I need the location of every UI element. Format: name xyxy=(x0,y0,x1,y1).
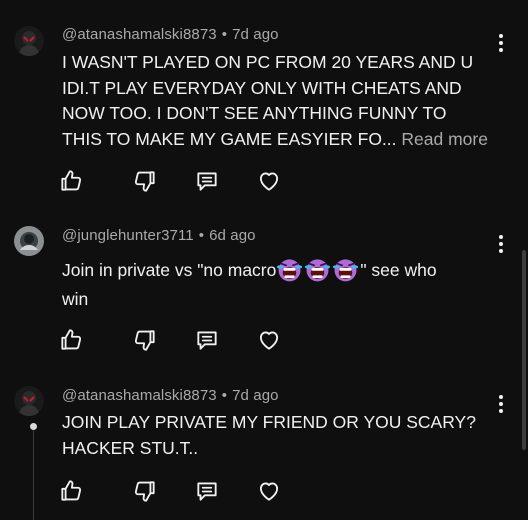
timestamp: 7d ago xyxy=(232,26,279,43)
scrollbar[interactable] xyxy=(522,250,526,450)
author-name[interactable]: @junglehunter3711 xyxy=(62,227,194,244)
heart-icon[interactable] xyxy=(256,168,282,194)
comment-line: HACKER STU.T.. xyxy=(62,437,199,458)
comment-line: Join in private vs "no macro xyxy=(62,260,277,280)
comment-line: THIS TO MAKE MY GAME EASYIER FO... xyxy=(62,128,397,149)
separator: • xyxy=(221,387,228,404)
more-vertical-icon[interactable] xyxy=(498,235,504,253)
comment-line: JOIN PLAY PRIVATE MY FRIEND OR YOU SCARY… xyxy=(62,412,476,432)
reply-icon[interactable] xyxy=(194,327,220,353)
author-name[interactable]: @atanashamalski8873 xyxy=(62,387,217,404)
laughing-crying-emoji-icon xyxy=(276,256,303,283)
timestamp: 6d ago xyxy=(209,227,256,244)
avatar[interactable] xyxy=(14,26,44,56)
separator: • xyxy=(198,227,205,244)
separator: • xyxy=(221,26,228,43)
timestamp: 7d ago xyxy=(232,387,279,404)
thumbs-up-icon[interactable] xyxy=(58,327,84,353)
comment-meta: @junglehunter3711 • 6d ago xyxy=(62,227,256,244)
reply-icon[interactable] xyxy=(194,478,220,504)
comment-line: NOW TOO. I DON'T SEE ANYTHING FUNNY TO xyxy=(62,103,447,123)
thread-line xyxy=(33,430,34,520)
comment-meta: @atanashamalski8873 • 7d ago xyxy=(62,387,279,404)
comment-line: win xyxy=(62,288,89,309)
heart-icon[interactable] xyxy=(256,327,282,353)
heart-icon[interactable] xyxy=(256,478,282,504)
comment-text: Join in private vs "no macro " see who wi… xyxy=(62,256,502,312)
read-more-link[interactable]: Read more xyxy=(401,129,488,149)
reply-icon[interactable] xyxy=(194,168,220,194)
thumbs-up-icon[interactable] xyxy=(58,168,84,194)
avatar[interactable] xyxy=(14,226,44,256)
thumbs-down-icon[interactable] xyxy=(132,327,158,353)
laughing-crying-emoji-icon xyxy=(332,256,359,283)
laughing-crying-emoji-icon xyxy=(304,256,331,283)
thumbs-down-icon[interactable] xyxy=(132,168,158,194)
comment-text: I WASN'T PLAYED ON PC FROM 20 YEARS AND … xyxy=(62,50,502,152)
thumbs-down-icon[interactable] xyxy=(132,478,158,504)
comment-line: I WASN'T PLAYED ON PC FROM 20 YEARS AND … xyxy=(62,52,474,72)
avatar-image xyxy=(14,26,44,56)
avatar[interactable] xyxy=(14,386,44,416)
comment-line: IDI.T PLAY EVERYDAY ONLY WITH CHEATS AND xyxy=(62,77,462,98)
avatar-image xyxy=(14,386,44,416)
thumbs-up-icon[interactable] xyxy=(58,478,84,504)
author-name[interactable]: @atanashamalski8873 xyxy=(62,26,217,43)
avatar-image xyxy=(14,226,44,256)
comment-line: " see who xyxy=(360,260,437,280)
thread-indicator xyxy=(30,423,37,430)
comment-meta: @atanashamalski8873 • 7d ago xyxy=(62,26,279,43)
comment-text: JOIN PLAY PRIVATE MY FRIEND OR YOU SCARY… xyxy=(62,410,502,461)
